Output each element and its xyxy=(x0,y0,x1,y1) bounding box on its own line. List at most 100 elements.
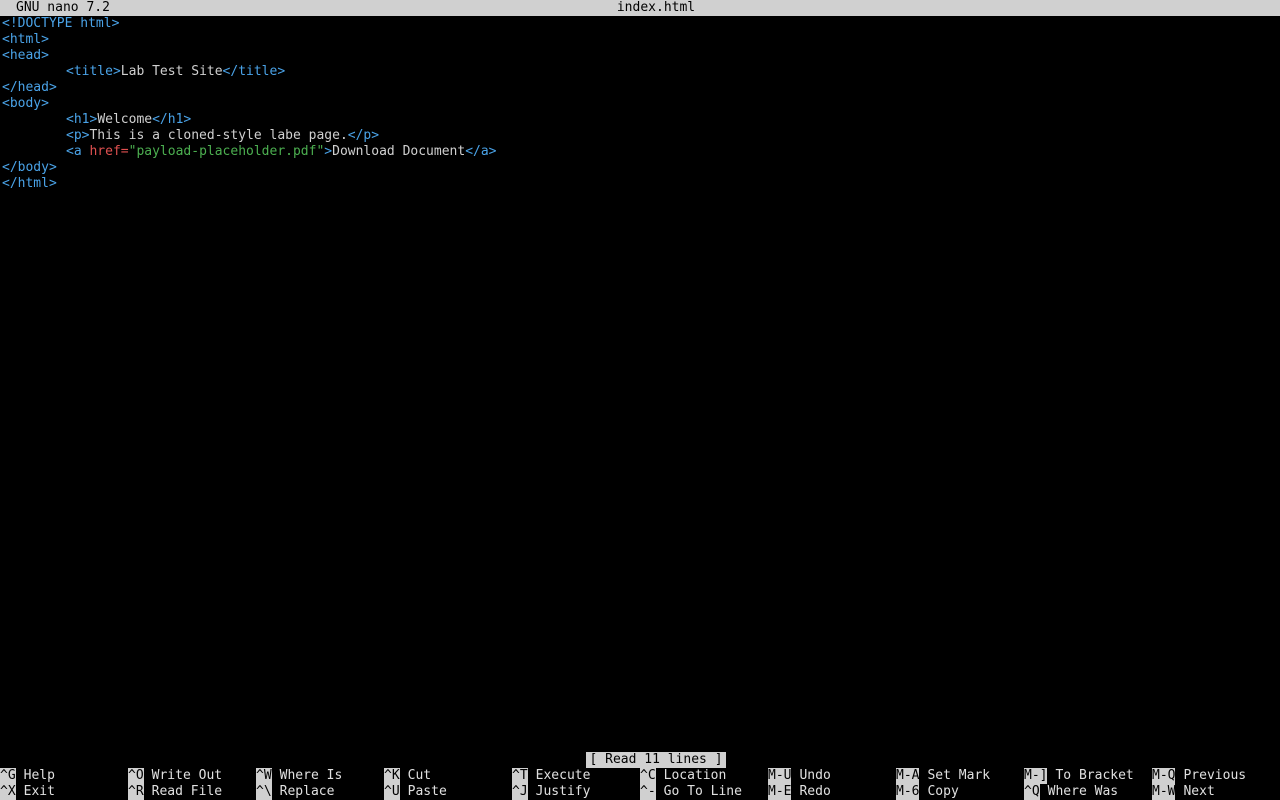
shortcut-redo[interactable]: M-E Redo xyxy=(768,784,831,800)
shortcut-label: Previous xyxy=(1183,768,1247,783)
shortcut-key: M-U xyxy=(768,768,792,784)
shortcut-key: ^X xyxy=(0,784,16,800)
shortcut-key: M-E xyxy=(768,784,792,800)
shortcut-key: ^- xyxy=(640,784,656,800)
status-message: [ Read 11 lines ] xyxy=(586,752,726,768)
shortcut-where-is[interactable]: ^W Where Is xyxy=(256,768,342,784)
shortcut-key: ^K xyxy=(384,768,400,784)
shortcut-label: Paste xyxy=(407,784,447,799)
status-bar: [ Read 11 lines ] xyxy=(0,752,1280,768)
shortcut-to-bracket[interactable]: M-] To Bracket xyxy=(1024,768,1134,784)
shortcut-bar-bottom: ^X Exit ^R Read File ^\ Replace ^U Paste ^J Justi… xyxy=(0,784,1280,800)
shortcut-set-mark[interactable]: M-A Set Mark xyxy=(896,768,990,784)
code-token: </body> xyxy=(2,160,57,175)
shortcut-label: Next xyxy=(1183,784,1215,799)
code-token: <h1> xyxy=(66,112,98,127)
shortcut-key: ^W xyxy=(256,768,272,784)
shortcut-read-file[interactable]: ^R Read File xyxy=(128,784,222,800)
code-token: Lab Test Site xyxy=(120,64,223,79)
shortcut-key: M-6 xyxy=(896,784,920,800)
shortcut-label: Redo xyxy=(799,784,831,799)
shortcut-undo[interactable]: M-U Undo xyxy=(768,768,831,784)
shortcut-label: Cut xyxy=(407,768,432,783)
code-line: <body> xyxy=(2,96,49,112)
shortcut-key: ^G xyxy=(0,768,16,784)
shortcut-label: Justify xyxy=(535,784,591,799)
shortcut-previous[interactable]: M-Q Previous xyxy=(1152,768,1246,784)
code-token: </h1> xyxy=(152,112,192,127)
shortcut-label: Exit xyxy=(23,784,55,799)
shortcut-key: M-W xyxy=(1152,784,1176,800)
shortcut-label: Location xyxy=(663,768,727,783)
shortcut-key: ^C xyxy=(640,768,656,784)
shortcut-key: ^U xyxy=(384,784,400,800)
shortcut-label: Go To Line xyxy=(663,784,742,799)
shortcut-justify[interactable]: ^J Justify xyxy=(512,784,590,800)
shortcut-label: To Bracket xyxy=(1055,768,1134,783)
code-line: </head> xyxy=(2,80,57,96)
shortcut-label: Where Is xyxy=(279,768,343,783)
file-name: index.html xyxy=(616,0,696,15)
code-token: > xyxy=(324,144,333,159)
code-token: </html> xyxy=(2,176,57,191)
shortcut-key: ^J xyxy=(512,784,528,800)
code-token: <title> xyxy=(66,64,121,79)
shortcut-paste[interactable]: ^U Paste xyxy=(384,784,447,800)
shortcut-help[interactable]: ^G Help xyxy=(0,768,55,784)
shortcut-label: Write Out xyxy=(151,768,223,783)
code-token: <head> xyxy=(2,48,49,63)
code-token: <html> xyxy=(2,32,49,47)
title-bar: GNU nano 7.2 index.html xyxy=(0,0,1280,16)
shortcut-label: Help xyxy=(23,768,55,783)
code-line: <head> xyxy=(2,48,49,64)
code-line: <p>This is a cloned-style labe page.</p> xyxy=(2,128,379,144)
shortcut-key: ^R xyxy=(128,784,144,800)
shortcut-label: Execute xyxy=(535,768,591,783)
code-token: <a xyxy=(66,144,90,159)
shortcut-key: M-] xyxy=(1024,768,1048,784)
code-token: </title> xyxy=(222,64,286,79)
code-token: "payload-placeholder.pdf" xyxy=(128,144,325,159)
code-line: </html> xyxy=(2,176,57,192)
shortcut-label: Replace xyxy=(279,784,335,799)
shortcut-key: M-Q xyxy=(1152,768,1176,784)
shortcut-key: ^T xyxy=(512,768,528,784)
code-token: <body> xyxy=(2,96,49,111)
code-token: </head> xyxy=(2,80,57,95)
shortcut-key: M-A xyxy=(896,768,920,784)
shortcut-key: ^O xyxy=(128,768,144,784)
code-token: Welcome xyxy=(97,112,153,127)
shortcut-label: Read File xyxy=(151,784,223,799)
shortcut-where-was[interactable]: ^Q Where Was xyxy=(1024,784,1118,800)
code-line: <title>Lab Test Site</title> xyxy=(2,64,285,80)
code-token: <p> xyxy=(66,128,90,143)
shortcut-cut[interactable]: ^K Cut xyxy=(384,768,431,784)
code-token: This is a cloned-style labe page. xyxy=(89,128,348,143)
code-token: href= xyxy=(89,144,129,159)
shortcut-label: Set Mark xyxy=(927,768,991,783)
shortcut-replace[interactable]: ^\ Replace xyxy=(256,784,334,800)
shortcut-execute[interactable]: ^T Execute xyxy=(512,768,590,784)
code-line: <h1>Welcome</h1> xyxy=(2,112,191,128)
code-token: <!DOCTYPE html> xyxy=(2,16,120,31)
shortcut-exit[interactable]: ^X Exit xyxy=(0,784,55,800)
code-line: </body> xyxy=(2,160,57,176)
code-token: Download Document xyxy=(332,144,466,159)
shortcut-next[interactable]: M-W Next xyxy=(1152,784,1215,800)
shortcut-go-to-line[interactable]: ^- Go To Line xyxy=(640,784,742,800)
shortcut-label: Undo xyxy=(799,768,831,783)
code-line: <!DOCTYPE html> xyxy=(2,16,119,32)
code-line: <html> xyxy=(2,32,49,48)
shortcut-copy[interactable]: M-6 Copy xyxy=(896,784,959,800)
shortcut-key: ^\ xyxy=(256,784,272,800)
code-token: </a> xyxy=(465,144,497,159)
code-token: </p> xyxy=(347,128,380,143)
shortcut-bar-top: ^G Help ^O Write Out ^W Where Is ^K Cut ^T Execut… xyxy=(0,768,1280,784)
shortcut-write-out[interactable]: ^O Write Out xyxy=(128,768,222,784)
editor-buffer[interactable]: <!DOCTYPE html> <html> <head> <title>Lab Te… xyxy=(0,16,1280,752)
code-line: <a href="payload-placeholder.pdf">Downlo… xyxy=(2,144,497,160)
shortcut-key: ^Q xyxy=(1024,784,1040,800)
shortcut-label: Copy xyxy=(927,784,959,799)
shortcut-location[interactable]: ^C Location xyxy=(640,768,726,784)
shortcut-label: Where Was xyxy=(1047,784,1119,799)
